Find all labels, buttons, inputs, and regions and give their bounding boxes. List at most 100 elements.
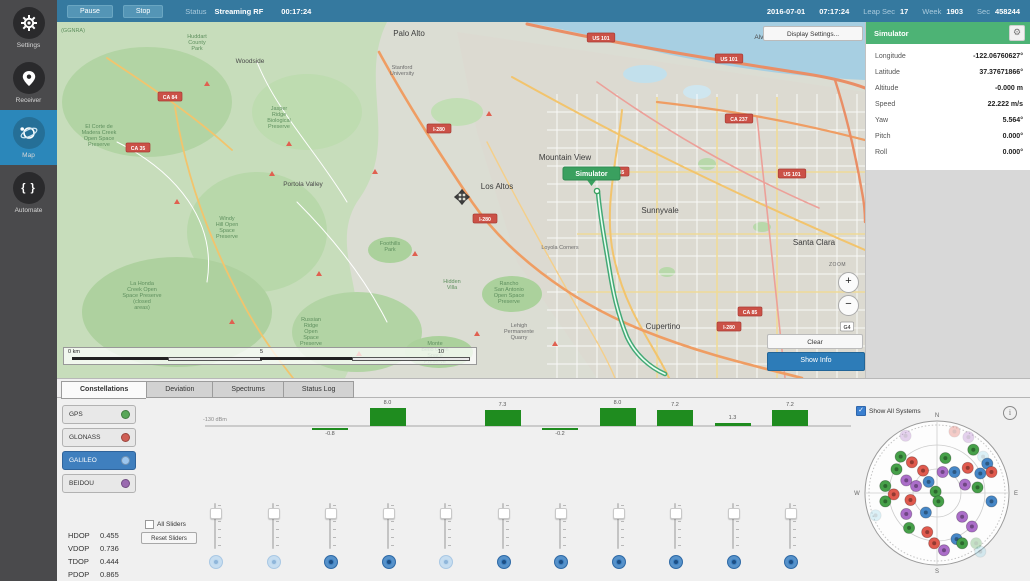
satellite-dot[interactable] [986, 466, 997, 477]
satellite-dot[interactable] [929, 538, 940, 549]
zoom-out-button[interactable]: − [838, 295, 859, 316]
satellite-badge[interactable] [669, 555, 683, 569]
satellite-dot[interactable] [905, 494, 916, 505]
constellation-button-galileo[interactable]: GALILEO [62, 451, 136, 470]
power-slider[interactable] [611, 503, 625, 561]
power-slider[interactable] [496, 503, 510, 561]
slider-thumb[interactable] [268, 508, 280, 519]
satellite-badge[interactable] [554, 555, 568, 569]
satellite-dot[interactable] [957, 511, 968, 522]
constellation-button-gps[interactable]: GPS [62, 405, 136, 424]
satellite-dot[interactable] [937, 466, 948, 477]
slider-thumb[interactable] [498, 508, 510, 519]
satellite-dot[interactable] [901, 508, 912, 519]
slider-thumb[interactable] [613, 508, 625, 519]
slider-thumb[interactable] [555, 508, 567, 519]
satellite-dot[interactable] [963, 432, 974, 443]
slider-thumb[interactable] [785, 508, 797, 519]
leap-sec-label: Leap Sec [863, 7, 895, 16]
satellite-dot[interactable] [949, 466, 960, 477]
satellite-dot[interactable] [922, 527, 933, 538]
constellation-button-glonass[interactable]: GLONASS [62, 428, 136, 447]
satellite-dot[interactable] [975, 546, 986, 557]
sidebar-item-receiver[interactable]: Receiver [0, 55, 57, 110]
satellite-dot[interactable] [906, 457, 917, 468]
power-slider[interactable] [668, 503, 682, 561]
satellite-badge[interactable] [324, 555, 338, 569]
satellite-badge[interactable] [209, 555, 223, 569]
satellite-dot[interactable] [933, 496, 944, 507]
satellite-dot[interactable] [968, 444, 979, 455]
satellite-badge[interactable] [382, 555, 396, 569]
reset-sliders-button[interactable]: Reset Sliders [141, 532, 197, 544]
slider-thumb[interactable] [383, 508, 395, 519]
satellite-dot[interactable] [895, 451, 906, 462]
sidebar-item-map[interactable]: Map [0, 110, 57, 165]
tab-status-log[interactable]: Status Log [283, 381, 354, 398]
all-sliders-checkbox[interactable] [145, 520, 154, 529]
satellite-dot[interactable] [986, 496, 997, 507]
tab-constellations[interactable]: Constellations [61, 381, 146, 399]
power-slider[interactable] [323, 503, 337, 561]
satellite-badge-dot [214, 560, 218, 564]
zoom-in-button[interactable]: + [838, 272, 859, 293]
satellite-dot[interactable] [900, 430, 911, 441]
satellite-dot[interactable] [917, 465, 928, 476]
slider-thumb[interactable] [440, 508, 452, 519]
power-slider[interactable] [381, 503, 395, 561]
map-canvas[interactable]: (GGNRA)HuddartCountyParkWoodsidePalo Alt… [57, 22, 865, 378]
panel-gear-icon[interactable]: ⚙ [1009, 25, 1025, 41]
tab-spectrums[interactable]: Spectrums [212, 381, 282, 398]
pause-button[interactable]: Pause [67, 5, 113, 18]
satellite-dot[interactable] [903, 522, 914, 533]
all-sliders-toggle[interactable]: All Sliders [145, 520, 186, 529]
satellite-dot[interactable] [891, 464, 902, 475]
telemetry-value: 0.000° [1003, 149, 1023, 156]
power-slider[interactable] [208, 503, 222, 561]
satellite-dot[interactable] [901, 475, 912, 486]
satellite-dot[interactable] [923, 476, 934, 487]
satellite-dot[interactable] [949, 426, 960, 437]
satellite-badge[interactable] [612, 555, 626, 569]
satellite-dot[interactable] [880, 480, 891, 491]
display-settings-button[interactable]: Display Settings... [763, 26, 863, 41]
constellation-button-beidou[interactable]: BEIDOU [62, 474, 136, 493]
satellite-dot[interactable] [880, 496, 891, 507]
power-slider[interactable] [553, 503, 567, 561]
satellite-dot[interactable] [975, 468, 986, 479]
satellite-dot[interactable] [966, 521, 977, 532]
satellite-dot[interactable] [972, 482, 983, 493]
satellite-dot[interactable] [870, 510, 881, 521]
sidebar-item-automate[interactable]: { } Automate [0, 165, 57, 220]
satellite-dot[interactable] [920, 507, 931, 518]
clear-button[interactable]: Clear [767, 334, 863, 349]
satellite-badge[interactable] [727, 555, 741, 569]
stop-button[interactable]: Stop [123, 5, 163, 18]
satellite-dot[interactable] [910, 480, 921, 491]
slider-thumb[interactable] [210, 508, 222, 519]
power-slider[interactable] [783, 503, 797, 561]
satellite-badge[interactable] [267, 555, 281, 569]
slider-thumb[interactable] [670, 508, 682, 519]
power-slider[interactable] [438, 503, 452, 561]
satellite-dot[interactable] [962, 462, 973, 473]
tab-deviation[interactable]: Deviation [146, 381, 212, 398]
satellite-badge[interactable] [784, 555, 798, 569]
sidebar-item-settings[interactable]: Settings [0, 0, 57, 55]
road-shield: I-280 [427, 124, 451, 133]
simulator-panel-title: Simulator [874, 29, 1009, 38]
satellite-dot[interactable] [957, 538, 968, 549]
satellite-badge[interactable] [497, 555, 511, 569]
satellite-dot[interactable] [938, 545, 949, 556]
svg-text:US 101: US 101 [720, 57, 737, 63]
satellite-badge[interactable] [439, 555, 453, 569]
constellation-label: GALILEO [69, 457, 121, 464]
show-info-button[interactable]: Show Info [767, 352, 865, 371]
power-slider[interactable] [726, 503, 740, 561]
power-slider[interactable] [266, 503, 280, 561]
slider-thumb[interactable] [728, 508, 740, 519]
elapsed-time: 00:17:24 [281, 7, 311, 16]
satellite-dot[interactable] [959, 479, 970, 490]
slider-thumb[interactable] [325, 508, 337, 519]
satellite-dot[interactable] [940, 452, 951, 463]
